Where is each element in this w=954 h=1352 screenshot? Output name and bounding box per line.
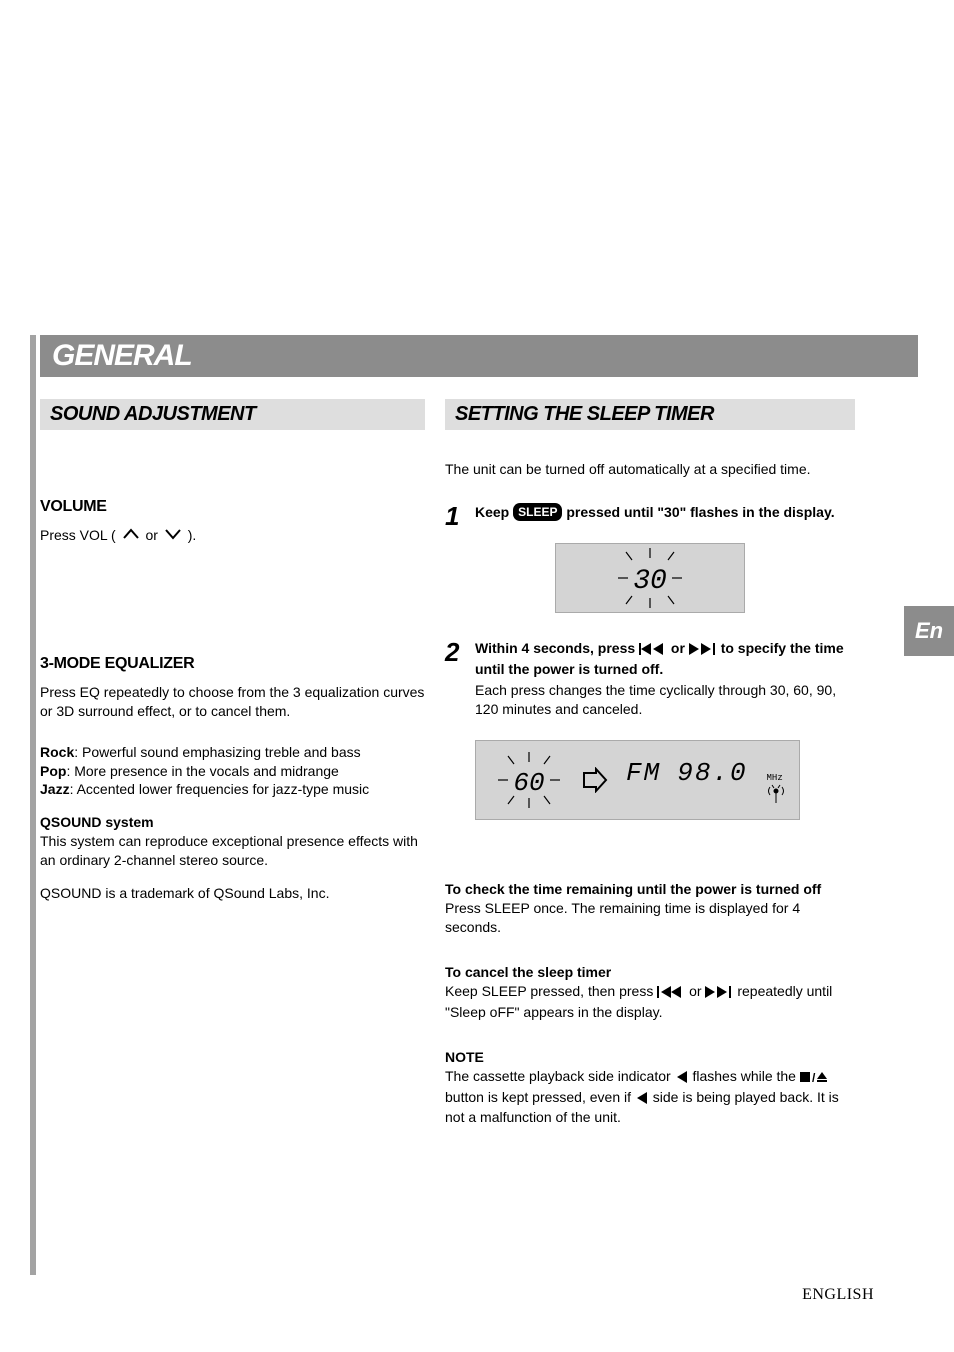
stop-eject-icon: / bbox=[800, 1069, 828, 1088]
play-left-icon bbox=[675, 1069, 689, 1088]
volume-text-prefix: Press VOL ( bbox=[40, 527, 116, 543]
rock-label: Rock bbox=[40, 744, 74, 760]
display-freq-group: FM 98.0 MHz bbox=[626, 758, 786, 803]
radio-tower-icon bbox=[766, 783, 786, 803]
volume-text: Press VOL ( or ). bbox=[40, 526, 425, 545]
play-left-icon-2 bbox=[635, 1090, 649, 1109]
display-unit: MHz bbox=[767, 774, 783, 783]
volume-up-icon bbox=[120, 526, 142, 545]
right-column: SETTING THE SLEEP TIMER The unit can be … bbox=[445, 399, 855, 1127]
jazz-label: Jazz bbox=[40, 781, 70, 797]
skip-back-icon-2 bbox=[657, 984, 685, 1003]
left-column: SOUND ADJUSTMENT VOLUME Press VOL ( or )… bbox=[40, 399, 445, 1127]
step-1-text: Keep SLEEP pressed until "30" flashes in… bbox=[475, 503, 835, 522]
check-body: Press SLEEP once. The remaining time is … bbox=[445, 899, 855, 937]
display-60-value: 60 bbox=[513, 768, 544, 798]
display-30-value: 30 bbox=[633, 566, 667, 597]
flash-60: 60 bbox=[484, 750, 574, 810]
sleep-timer-title: SETTING THE SLEEP TIMER bbox=[455, 403, 714, 425]
language-tab-label: En bbox=[915, 618, 943, 644]
step-2-text: Within 4 seconds, press or to specify th… bbox=[475, 639, 855, 679]
step2-body: Each press changes the time cyclically t… bbox=[475, 681, 855, 719]
note-body: The cassette playback side indicator fla… bbox=[445, 1067, 855, 1128]
volume-text-or: or bbox=[146, 527, 162, 543]
page-title: GENERAL bbox=[52, 339, 192, 372]
step2-or: or bbox=[671, 640, 689, 656]
section-sound-adjustment-title: SOUND ADJUSTMENT bbox=[40, 399, 425, 430]
sleep-intro: The unit can be turned off automatically… bbox=[445, 460, 855, 479]
step-2-num: 2 bbox=[445, 639, 475, 665]
svg-text:/: / bbox=[812, 1071, 816, 1083]
sound-adjustment-title: SOUND ADJUSTMENT bbox=[50, 403, 256, 425]
note-mid1: flashes while the bbox=[692, 1068, 799, 1084]
display-band: FM bbox=[626, 758, 661, 788]
step-1-num: 1 bbox=[445, 503, 475, 529]
volume-down-icon bbox=[162, 526, 184, 545]
note-mid2: button is kept pressed, even if bbox=[445, 1089, 635, 1105]
language-tab: En bbox=[904, 606, 954, 656]
equalizer-intro: Press EQ repeatedly to choose from the 3… bbox=[40, 683, 425, 721]
side-rule bbox=[30, 335, 36, 1275]
volume-text-suffix: ). bbox=[188, 527, 197, 543]
display-wide: 60 FM 98.0 MHz bbox=[475, 740, 800, 820]
skip-fwd-icon-2 bbox=[705, 984, 733, 1003]
pop-text: : More presence in the vocals and midran… bbox=[66, 763, 338, 779]
skip-back-icon bbox=[639, 641, 667, 660]
sleep-button-icon: SLEEP bbox=[513, 503, 562, 521]
note-heading: NOTE bbox=[445, 1048, 855, 1067]
qsound-text2: QSOUND is a trademark of QSound Labs, In… bbox=[40, 884, 425, 903]
step1-prefix: Keep bbox=[475, 504, 513, 520]
cancel-body: Keep SLEEP pressed, then press or repeat… bbox=[445, 982, 855, 1022]
cancel-or: or bbox=[689, 983, 705, 999]
page-title-bar: GENERAL bbox=[40, 335, 918, 377]
qsound-label: QSOUND system bbox=[40, 813, 425, 832]
check-heading: To check the time remaining until the po… bbox=[445, 880, 855, 899]
step-2: 2 Within 4 seconds, press or to specify … bbox=[445, 639, 855, 679]
cancel-prefix: Keep SLEEP pressed, then press bbox=[445, 983, 657, 999]
arrow-right-icon bbox=[582, 767, 608, 793]
volume-heading: VOLUME bbox=[40, 498, 425, 516]
jazz-text: : Accented lower frequencies for jazz-ty… bbox=[70, 781, 370, 797]
display-freq: 98.0 bbox=[677, 758, 747, 788]
display-30: 30 bbox=[555, 543, 745, 613]
footer-language: ENGLISH bbox=[802, 1286, 874, 1304]
skip-fwd-icon bbox=[689, 641, 717, 660]
cancel-heading: To cancel the sleep timer bbox=[445, 963, 855, 982]
flash-30: 30 bbox=[590, 548, 710, 608]
step-1: 1 Keep SLEEP pressed until "30" flashes … bbox=[445, 503, 855, 529]
note-prefix: The cassette playback side indicator bbox=[445, 1068, 675, 1084]
section-sleep-timer-title: SETTING THE SLEEP TIMER bbox=[445, 399, 855, 430]
rock-text: : Powerful sound emphasizing treble and … bbox=[74, 744, 360, 760]
qsound-text1: This system can reproduce exceptional pr… bbox=[40, 832, 425, 870]
page-content: GENERAL SOUND ADJUSTMENT VOLUME Press VO… bbox=[40, 335, 918, 1127]
step2-prefix: Within 4 seconds, press bbox=[475, 640, 639, 656]
pop-label: Pop bbox=[40, 763, 66, 779]
equalizer-heading: 3-MODE EQUALIZER bbox=[40, 655, 425, 673]
step1-suffix: pressed until "30" flashes in the displa… bbox=[566, 504, 834, 520]
